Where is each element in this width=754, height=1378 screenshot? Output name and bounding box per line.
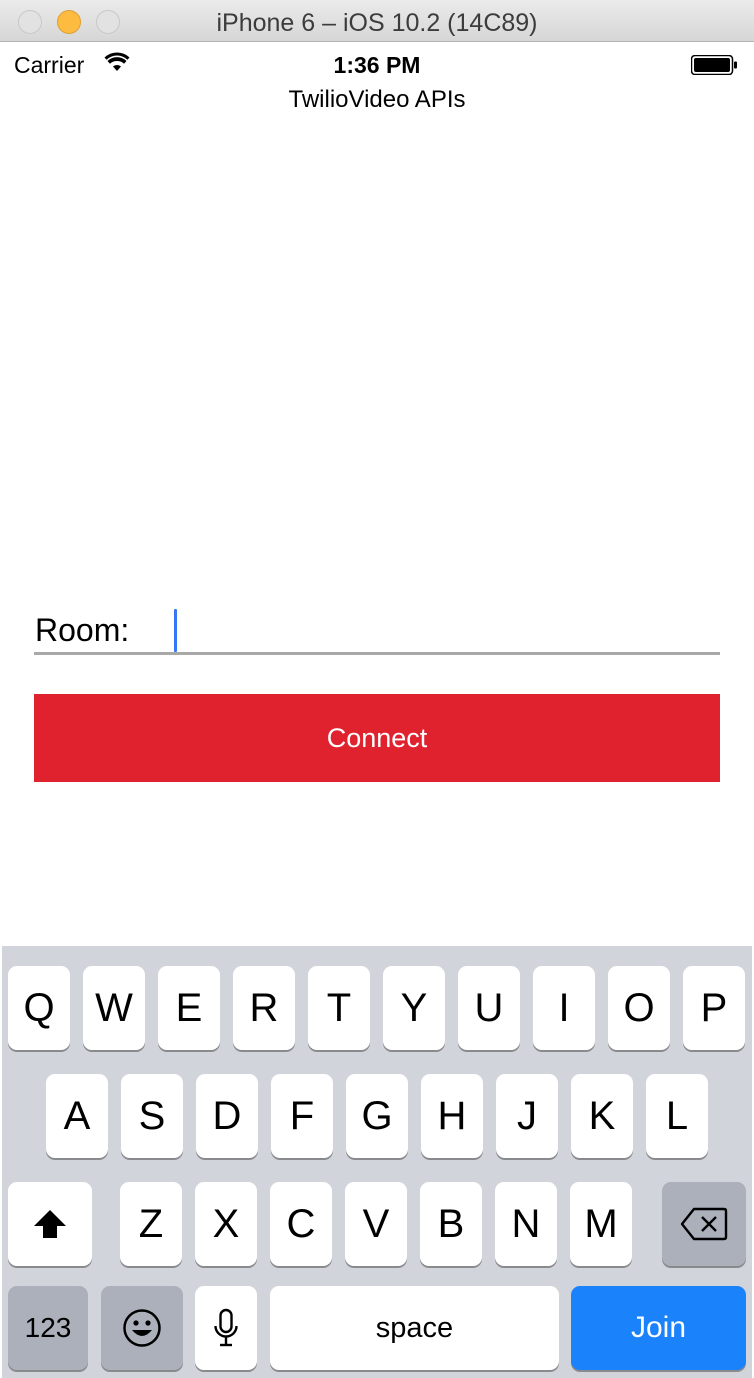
emoji-icon (123, 1309, 161, 1347)
key-j[interactable]: J (496, 1074, 558, 1158)
key-x[interactable]: X (195, 1182, 257, 1266)
key-y[interactable]: Y (383, 966, 445, 1050)
page-title: TwilioVideo APIs (288, 86, 466, 113)
delete-icon (680, 1207, 728, 1241)
key-h[interactable]: H (421, 1074, 483, 1158)
simulator-title-bar: iPhone 6 – iOS 10.2 (14C89) (0, 0, 754, 42)
key-e[interactable]: E (158, 966, 220, 1050)
key-d[interactable]: D (196, 1074, 258, 1158)
key-i[interactable]: I (533, 966, 595, 1050)
key-f[interactable]: F (271, 1074, 333, 1158)
battery-icon (691, 55, 737, 75)
key-p[interactable]: P (683, 966, 745, 1050)
key-s[interactable]: S (121, 1074, 183, 1158)
shift-key[interactable] (8, 1182, 92, 1266)
key-k[interactable]: K (571, 1074, 633, 1158)
key-c[interactable]: C (270, 1182, 332, 1266)
key-a[interactable]: A (46, 1074, 108, 1158)
key-m[interactable]: M (570, 1182, 632, 1266)
microphone-icon (214, 1308, 238, 1347)
status-time: 1:36 PM (333, 52, 421, 78)
key-q[interactable]: Q (8, 966, 70, 1050)
key-o[interactable]: O (608, 966, 670, 1050)
status-bar: Carrier 1:36 PM (0, 42, 754, 86)
key-n[interactable]: N (495, 1182, 557, 1266)
connect-button[interactable]: Connect (34, 694, 720, 782)
window-title: iPhone 6 – iOS 10.2 (14C89) (216, 9, 538, 37)
key-z[interactable]: Z (120, 1182, 182, 1266)
room-input-underline (34, 652, 720, 655)
space-key[interactable]: space (270, 1286, 559, 1370)
key-v[interactable]: V (345, 1182, 407, 1266)
key-t[interactable]: T (308, 966, 370, 1050)
keyboard: 123 space Join Q W E R T Y U I O P A S D… (2, 946, 752, 1378)
emoji-key[interactable] (101, 1286, 183, 1370)
text-caret (174, 609, 177, 652)
key-g[interactable]: G (346, 1074, 408, 1158)
dictation-key[interactable] (195, 1286, 257, 1370)
key-r[interactable]: R (233, 966, 295, 1050)
join-key[interactable]: Join (571, 1286, 746, 1370)
key-w[interactable]: W (83, 966, 145, 1050)
room-input[interactable] (170, 606, 718, 652)
room-label: Room: (35, 612, 130, 648)
numbers-key-label: 123 (24, 1312, 72, 1343)
numbers-key[interactable]: 123 (8, 1286, 88, 1370)
shift-icon (34, 1210, 66, 1238)
key-b[interactable]: B (420, 1182, 482, 1266)
delete-key[interactable] (662, 1182, 746, 1266)
key-u[interactable]: U (458, 966, 520, 1050)
key-l[interactable]: L (646, 1074, 708, 1158)
